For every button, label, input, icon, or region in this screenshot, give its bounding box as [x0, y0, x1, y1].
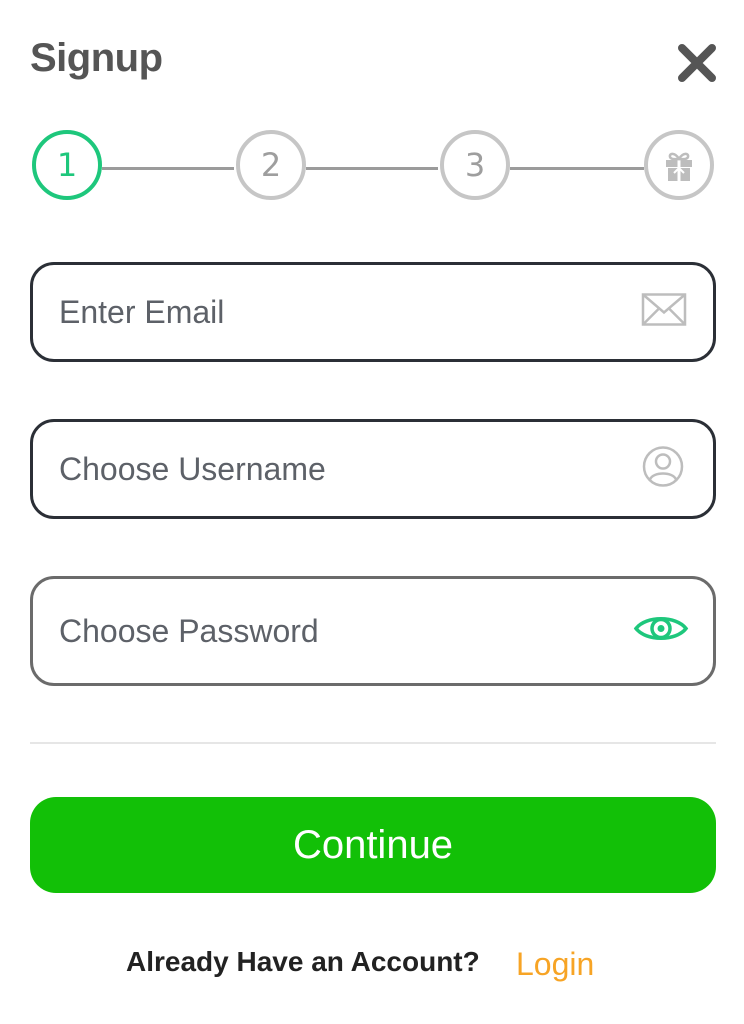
username-input[interactable] — [59, 422, 619, 516]
close-button[interactable] — [676, 42, 718, 84]
password-input[interactable] — [59, 579, 619, 683]
email-field — [30, 262, 716, 362]
eye-icon[interactable] — [633, 612, 689, 651]
stepper-connector — [510, 167, 644, 170]
gift-icon — [666, 152, 692, 181]
divider — [30, 742, 716, 744]
step-3: 3 — [440, 130, 510, 200]
username-field — [30, 419, 716, 519]
envelope-icon — [641, 293, 687, 332]
continue-button[interactable]: Continue — [30, 797, 716, 893]
stepper-connector — [306, 167, 438, 170]
stepper-connector — [102, 167, 234, 170]
step-1: 1 — [32, 130, 102, 200]
page-title: Signup — [30, 36, 163, 80]
email-input[interactable] — [59, 265, 619, 359]
step-reward — [644, 130, 714, 200]
login-prompt: Already Have an Account? Login — [0, 940, 744, 990]
password-field — [30, 576, 716, 686]
signup-stepper: 1 2 3 — [30, 130, 716, 206]
login-link[interactable]: Login — [516, 946, 594, 983]
close-icon — [678, 44, 716, 82]
login-question: Already Have an Account? — [126, 946, 480, 977]
user-icon — [641, 445, 685, 494]
step-2: 2 — [236, 130, 306, 200]
